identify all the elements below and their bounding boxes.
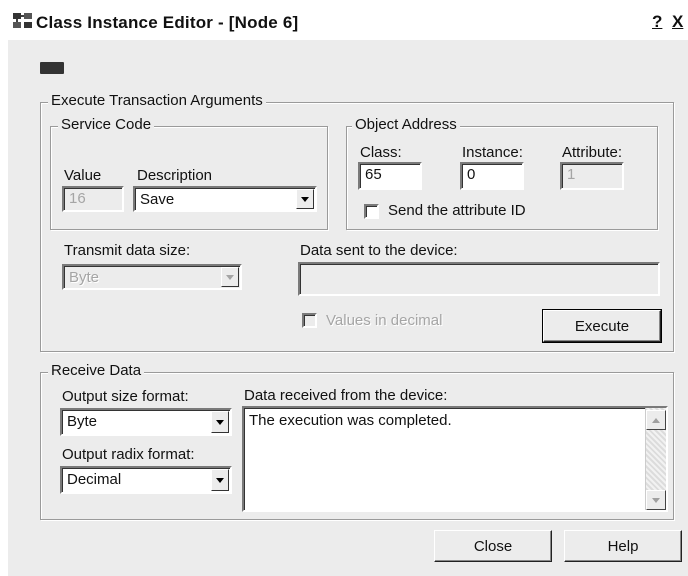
scroll-down-icon[interactable] xyxy=(646,490,666,510)
attribute-field: 1 xyxy=(560,162,624,190)
data-sent-label: Data sent to the device: xyxy=(300,242,458,259)
instance-label: Instance: xyxy=(462,144,523,161)
class-field[interactable]: 65 xyxy=(358,162,422,190)
transmit-size-dropdown-icon xyxy=(221,267,239,287)
instance-field[interactable]: 0 xyxy=(460,162,524,190)
data-received-text: The execution was completed. xyxy=(249,412,452,429)
attribute-label: Attribute: xyxy=(562,144,623,161)
window-title: Class Instance Editor - [Node 6] xyxy=(36,13,299,32)
output-size-value: Byte xyxy=(67,413,98,430)
service-code-legend: Service Code xyxy=(58,116,155,133)
close-title-button[interactable]: X xyxy=(672,12,683,32)
service-value-field: 16 xyxy=(62,186,124,212)
data-sent-field xyxy=(298,262,660,296)
scroll-up-icon[interactable] xyxy=(646,410,666,430)
object-address-legend: Object Address xyxy=(352,116,460,133)
transmit-size-select: Byte xyxy=(62,264,242,290)
data-received-box[interactable]: The execution was completed. xyxy=(242,406,668,512)
description-select[interactable]: Save xyxy=(133,186,317,212)
node-icon xyxy=(40,62,64,74)
class-editor-icon xyxy=(13,13,32,28)
help-title-button[interactable]: ? xyxy=(652,12,662,32)
received-scrollbar[interactable] xyxy=(645,408,666,510)
output-size-dropdown-icon[interactable] xyxy=(211,411,229,433)
transmit-size-label: Transmit data size: xyxy=(64,242,191,259)
execute-button[interactable]: Execute xyxy=(542,309,662,343)
class-label: Class: xyxy=(360,144,402,161)
output-radix-dropdown-icon[interactable] xyxy=(211,469,229,491)
execute-transaction-legend: Execute Transaction Arguments xyxy=(48,92,266,109)
values-decimal-label: Values in decimal xyxy=(326,312,443,329)
output-size-select[interactable]: Byte xyxy=(60,408,232,436)
transmit-size-value: Byte xyxy=(69,269,100,286)
receive-data-legend: Receive Data xyxy=(48,362,145,379)
close-button[interactable]: Close xyxy=(434,530,552,562)
output-radix-select[interactable]: Decimal xyxy=(60,466,232,494)
values-decimal-checkbox xyxy=(302,313,317,328)
send-attribute-label[interactable]: Send the attribute ID xyxy=(388,202,526,219)
description-dropdown-icon[interactable] xyxy=(296,189,314,209)
data-received-label: Data received from the device: xyxy=(244,387,448,404)
description-value: Save xyxy=(140,191,175,208)
value-label: Value xyxy=(64,167,102,184)
output-radix-label: Output radix format: xyxy=(62,446,195,463)
output-radix-value: Decimal xyxy=(67,471,122,488)
help-button[interactable]: Help xyxy=(564,530,682,562)
send-attribute-checkbox[interactable] xyxy=(364,204,379,219)
description-label: Description xyxy=(137,167,213,184)
output-size-label: Output size format: xyxy=(62,388,189,405)
